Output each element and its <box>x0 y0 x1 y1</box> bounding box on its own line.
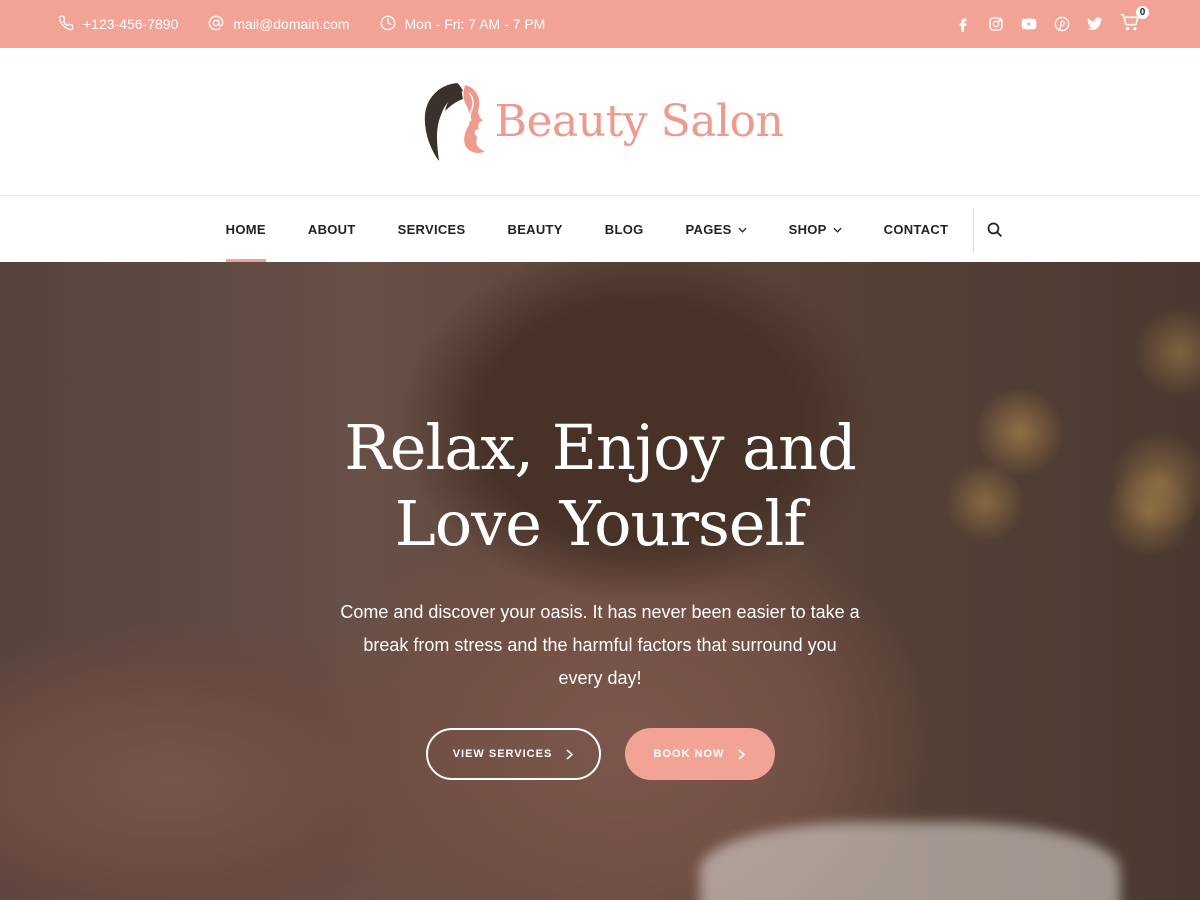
nav-label: CONTACT <box>883 222 949 237</box>
email-address: mail@domain.com <box>233 16 350 32</box>
view-services-button[interactable]: VIEW SERVICES <box>425 728 601 780</box>
phone-contact[interactable]: +123-456-7890 <box>58 15 178 34</box>
nav-label: SHOP <box>788 222 827 237</box>
woman-silhouette-icon <box>417 79 497 165</box>
nav-home[interactable]: HOME <box>205 197 287 262</box>
brand-name: Beauty Salon <box>494 96 784 147</box>
nav-label: BEAUTY <box>507 222 563 237</box>
youtube-icon[interactable] <box>1021 16 1037 32</box>
chevron-down-icon <box>833 227 842 233</box>
twitter-icon[interactable] <box>1087 16 1103 32</box>
chevron-right-icon <box>566 748 574 760</box>
instagram-icon[interactable] <box>988 16 1004 32</box>
cart-count-badge: 0 <box>1136 6 1149 19</box>
social-links: 0 <box>955 6 1149 34</box>
button-label: VIEW SERVICES <box>452 748 553 760</box>
nav-pages[interactable]: PAGES <box>665 197 768 262</box>
contact-info: +123-456-7890 mail@domain.com Mon - Fri:… <box>58 15 545 34</box>
chevron-down-icon <box>738 227 747 233</box>
search-icon <box>987 222 1003 237</box>
nav-label: HOME <box>225 222 266 237</box>
site-header: Beauty Salon <box>0 48 1200 196</box>
chevron-right-icon <box>738 748 746 760</box>
nav-about[interactable]: ABOUT <box>287 197 377 262</box>
pinterest-icon[interactable] <box>1054 16 1070 32</box>
nav-blog[interactable]: BLOG <box>584 197 665 262</box>
nav-label: SERVICES <box>397 222 466 237</box>
nav-label: PAGES <box>685 222 732 237</box>
hero-title: Relax, Enjoy and Love Yourself <box>344 411 857 560</box>
nav-label: ABOUT <box>307 222 356 237</box>
opening-hours: Mon - Fri: 7 AM - 7 PM <box>404 16 546 32</box>
clock-icon <box>380 15 396 34</box>
site-logo[interactable]: Beauty Salon <box>417 79 784 165</box>
hero-actions: VIEW SERVICES BOOK NOW <box>425 728 775 780</box>
hero-subtitle: Come and discover your oasis. It has nev… <box>340 602 860 688</box>
at-icon <box>208 15 224 34</box>
main-navigation: HOME ABOUT SERVICES BEAUTY BLOG PAGES SH… <box>0 197 1200 262</box>
button-label: BOOK NOW <box>653 748 725 760</box>
nav-contact[interactable]: CONTACT <box>863 197 970 262</box>
hours-info: Mon - Fri: 7 AM - 7 PM <box>380 15 546 34</box>
email-contact[interactable]: mail@domain.com <box>208 15 350 34</box>
top-bar: +123-456-7890 mail@domain.com Mon - Fri:… <box>0 0 1200 48</box>
cart-button[interactable]: 0 <box>1120 6 1149 34</box>
book-now-button[interactable]: BOOK NOW <box>624 728 775 780</box>
facebook-icon[interactable] <box>955 16 971 32</box>
hero-banner: Relax, Enjoy and Love Yourself Come and … <box>0 262 1200 900</box>
phone-icon <box>58 15 74 34</box>
nav-services[interactable]: SERVICES <box>377 197 487 262</box>
nav-label: BLOG <box>604 222 644 237</box>
search-button[interactable] <box>974 197 1015 262</box>
nav-shop[interactable]: SHOP <box>768 197 863 262</box>
phone-number: +123-456-7890 <box>83 16 179 32</box>
nav-beauty[interactable]: BEAUTY <box>487 197 584 262</box>
